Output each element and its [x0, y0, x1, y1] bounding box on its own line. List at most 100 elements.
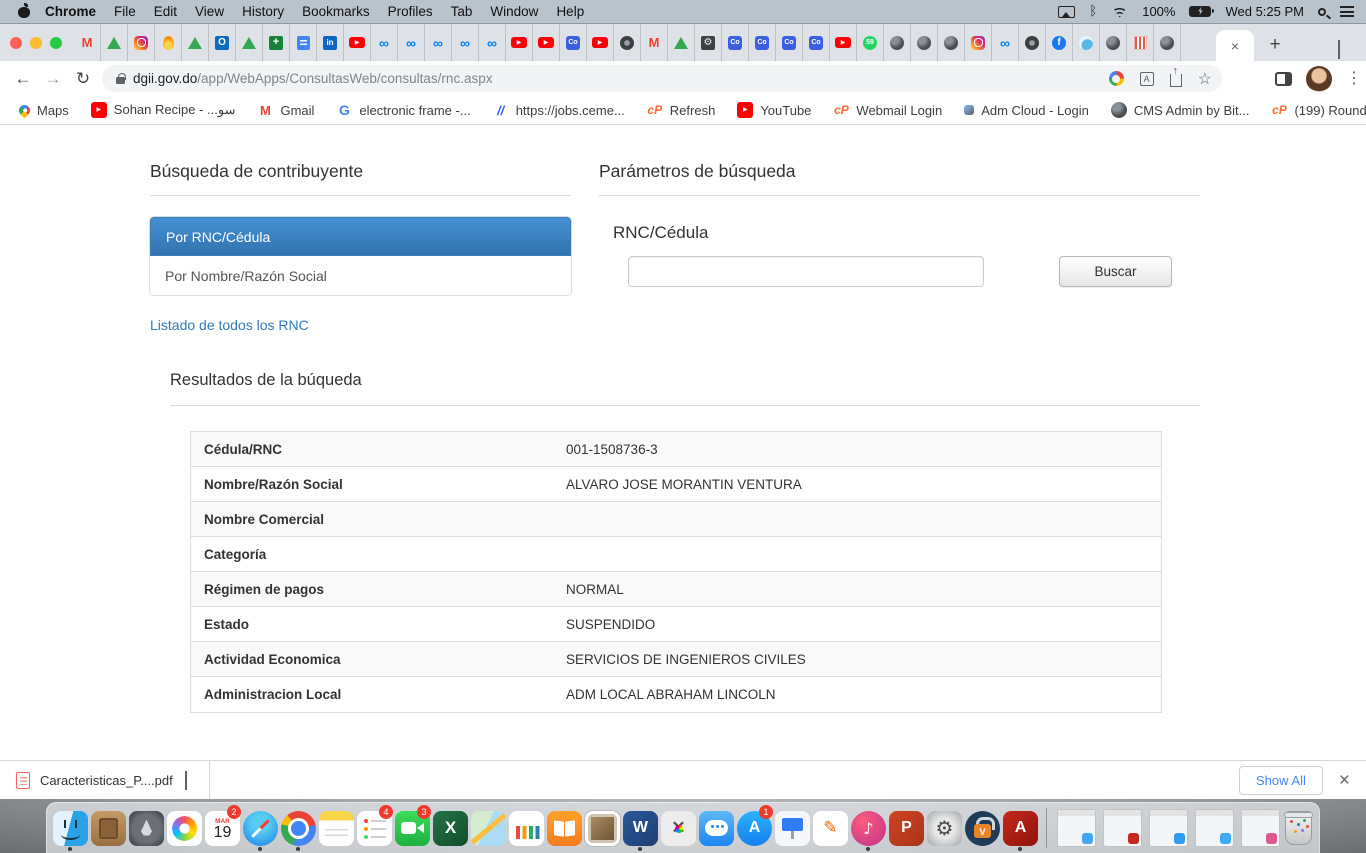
menu-tab[interactable]: Tab: [451, 4, 473, 19]
pinned-tab-coblue[interactable]: Co: [560, 24, 587, 61]
bookmark-youtube[interactable]: ▶YouTube: [728, 99, 820, 121]
pinned-tab-meta[interactable]: ∞: [398, 24, 425, 61]
pinned-tab-dgiired[interactable]: [1127, 24, 1154, 61]
apple-logo-icon[interactable]: [18, 5, 31, 18]
show-all-button[interactable]: Show All: [1239, 766, 1323, 795]
pinned-tab-birdblue[interactable]: [1073, 24, 1100, 61]
listado-rnc-link[interactable]: Listado de todos los RNC: [150, 317, 309, 333]
pinned-tab-youtube[interactable]: ▶: [587, 24, 614, 61]
pinned-tab-youtube[interactable]: ▶: [344, 24, 371, 61]
pinned-tab-drive[interactable]: [101, 24, 128, 61]
forward-button[interactable]: →: [38, 69, 68, 89]
dock-messages[interactable]: [699, 806, 734, 850]
menu-profiles[interactable]: Profiles: [388, 4, 433, 19]
pinned-tab-chromedark[interactable]: [1019, 24, 1046, 61]
pinned-tab-sheets[interactable]: +: [263, 24, 290, 61]
minimized-window-itunes[interactable]: [1241, 809, 1280, 847]
dock-photos[interactable]: [167, 806, 202, 850]
tab-search-button[interactable]: [1338, 40, 1340, 58]
pinned-tab-whatsapp[interactable]: 59: [857, 24, 884, 61]
bookmark-maps[interactable]: Maps: [10, 100, 78, 121]
minimized-window-safari[interactable]: [1149, 809, 1188, 847]
pinned-tab-flame[interactable]: [155, 24, 182, 61]
bookmark-adm-cloud-login[interactable]: Adm Cloud - Login: [955, 100, 1098, 121]
dock-mail-stamp[interactable]: [585, 806, 620, 850]
pinned-tab-chromedark[interactable]: [614, 24, 641, 61]
dock-acrobat[interactable]: A: [1003, 806, 1038, 850]
dock-books[interactable]: [547, 806, 582, 850]
bookmark-sohan-recipe[interactable]: ▶Sohan Recipe - ...سو: [82, 99, 245, 121]
tab-por-rnc-cedula[interactable]: Por RNC/Cédula: [150, 217, 571, 256]
tab-por-nombre-razon-social[interactable]: Por Nombre/Razón Social: [150, 256, 571, 295]
menu-bookmarks[interactable]: Bookmarks: [302, 4, 370, 19]
dock-launchpad[interactable]: [129, 806, 164, 850]
dock-chrome[interactable]: [281, 806, 316, 850]
pinned-tab-facebook[interactable]: f: [1046, 24, 1073, 61]
bookmark-star-icon[interactable]: ☆: [1198, 69, 1212, 89]
spotlight-search-icon[interactable]: [1318, 8, 1326, 16]
download-filename[interactable]: Caracteristicas_P....pdf: [40, 773, 173, 788]
menu-window[interactable]: Window: [490, 4, 538, 19]
menu-bar-clock[interactable]: Wed 5:25 PM: [1225, 4, 1304, 19]
bookmark-https-jobs-ceme[interactable]: //https://jobs.ceme...: [484, 99, 634, 121]
pinned-tab-instagram[interactable]: [965, 24, 992, 61]
zoom-window-button[interactable]: [50, 37, 62, 49]
back-button[interactable]: ←: [8, 69, 38, 89]
dock-itunes[interactable]: ♪: [851, 806, 886, 850]
dock-app-store[interactable]: A1: [737, 806, 772, 850]
dock-excel[interactable]: X: [433, 806, 468, 850]
active-tab[interactable]: ×: [1216, 30, 1254, 61]
dock-utility[interactable]: ✕: [661, 806, 696, 850]
pinned-tab-coblue[interactable]: Co: [722, 24, 749, 61]
dock-stocks[interactable]: [509, 806, 544, 850]
dock-reminders[interactable]: 4: [357, 806, 392, 850]
bookmark-cms-admin-by-bit[interactable]: CMS Admin by Bit...: [1102, 99, 1259, 121]
pinned-tab-globedark[interactable]: [911, 24, 938, 61]
bookmark-gmail[interactable]: MGmail: [248, 99, 323, 121]
dock-finder[interactable]: [53, 806, 88, 850]
pinned-tab-meta[interactable]: ∞: [479, 24, 506, 61]
bookmark-refresh[interactable]: cPRefresh: [638, 99, 725, 121]
menu-file[interactable]: File: [114, 4, 136, 19]
wifi-icon[interactable]: [1111, 6, 1128, 18]
pinned-tab-meta[interactable]: ∞: [425, 24, 452, 61]
pinned-tab-outlook[interactable]: O: [209, 24, 236, 61]
pinned-tab-globedark[interactable]: [938, 24, 965, 61]
buscar-button[interactable]: Buscar: [1059, 256, 1172, 287]
minimized-window-finder[interactable]: [1195, 809, 1234, 847]
menu-edit[interactable]: Edit: [154, 4, 177, 19]
pinned-tab-youtube[interactable]: ▶: [533, 24, 560, 61]
minimize-window-button[interactable]: [30, 37, 42, 49]
url-text[interactable]: dgii.gov.do/app/WebApps/ConsultasWeb/con…: [133, 71, 492, 86]
chrome-menu-icon[interactable]: ⋮: [1346, 76, 1354, 81]
pinned-tab-drive[interactable]: [236, 24, 263, 61]
pinned-tab-docs[interactable]: [290, 24, 317, 61]
dock-maps[interactable]: [471, 806, 506, 850]
bookmark-webmail-login[interactable]: cPWebmail Login: [824, 99, 951, 121]
close-window-button[interactable]: [10, 37, 22, 49]
pinned-tab-gmail[interactable]: M: [641, 24, 668, 61]
display-mirroring-icon[interactable]: [1058, 6, 1075, 18]
battery-icon[interactable]: [1189, 6, 1211, 17]
menu-history[interactable]: History: [242, 4, 284, 19]
notification-center-icon[interactable]: [1340, 6, 1354, 17]
dock-safari[interactable]: [243, 806, 278, 850]
pinned-tab-instagram[interactable]: [128, 24, 155, 61]
pinned-tab-meta[interactable]: ∞: [371, 24, 398, 61]
pinned-tab-globedark[interactable]: [1154, 24, 1181, 61]
pinned-tab-coblue[interactable]: Co: [776, 24, 803, 61]
download-options-button[interactable]: [185, 771, 187, 789]
address-bar[interactable]: dgii.gov.do/app/WebApps/ConsultasWeb/con…: [102, 65, 1222, 92]
pinned-tab-youtube[interactable]: ▶: [830, 24, 857, 61]
pinned-tab-globedark[interactable]: [1100, 24, 1127, 61]
menu-view[interactable]: View: [195, 4, 224, 19]
profile-avatar[interactable]: [1306, 66, 1332, 92]
dock-trash[interactable]: [1285, 806, 1313, 850]
minimized-window-acrobat[interactable]: [1103, 809, 1142, 847]
new-tab-button[interactable]: +: [1262, 32, 1288, 58]
pinned-tab-youtube[interactable]: ▶: [506, 24, 533, 61]
pinned-tab-linkedin[interactable]: in: [317, 24, 344, 61]
dock-word[interactable]: W: [623, 806, 658, 850]
translate-icon[interactable]: A: [1140, 72, 1154, 86]
dock-vault[interactable]: V: [965, 806, 1000, 850]
